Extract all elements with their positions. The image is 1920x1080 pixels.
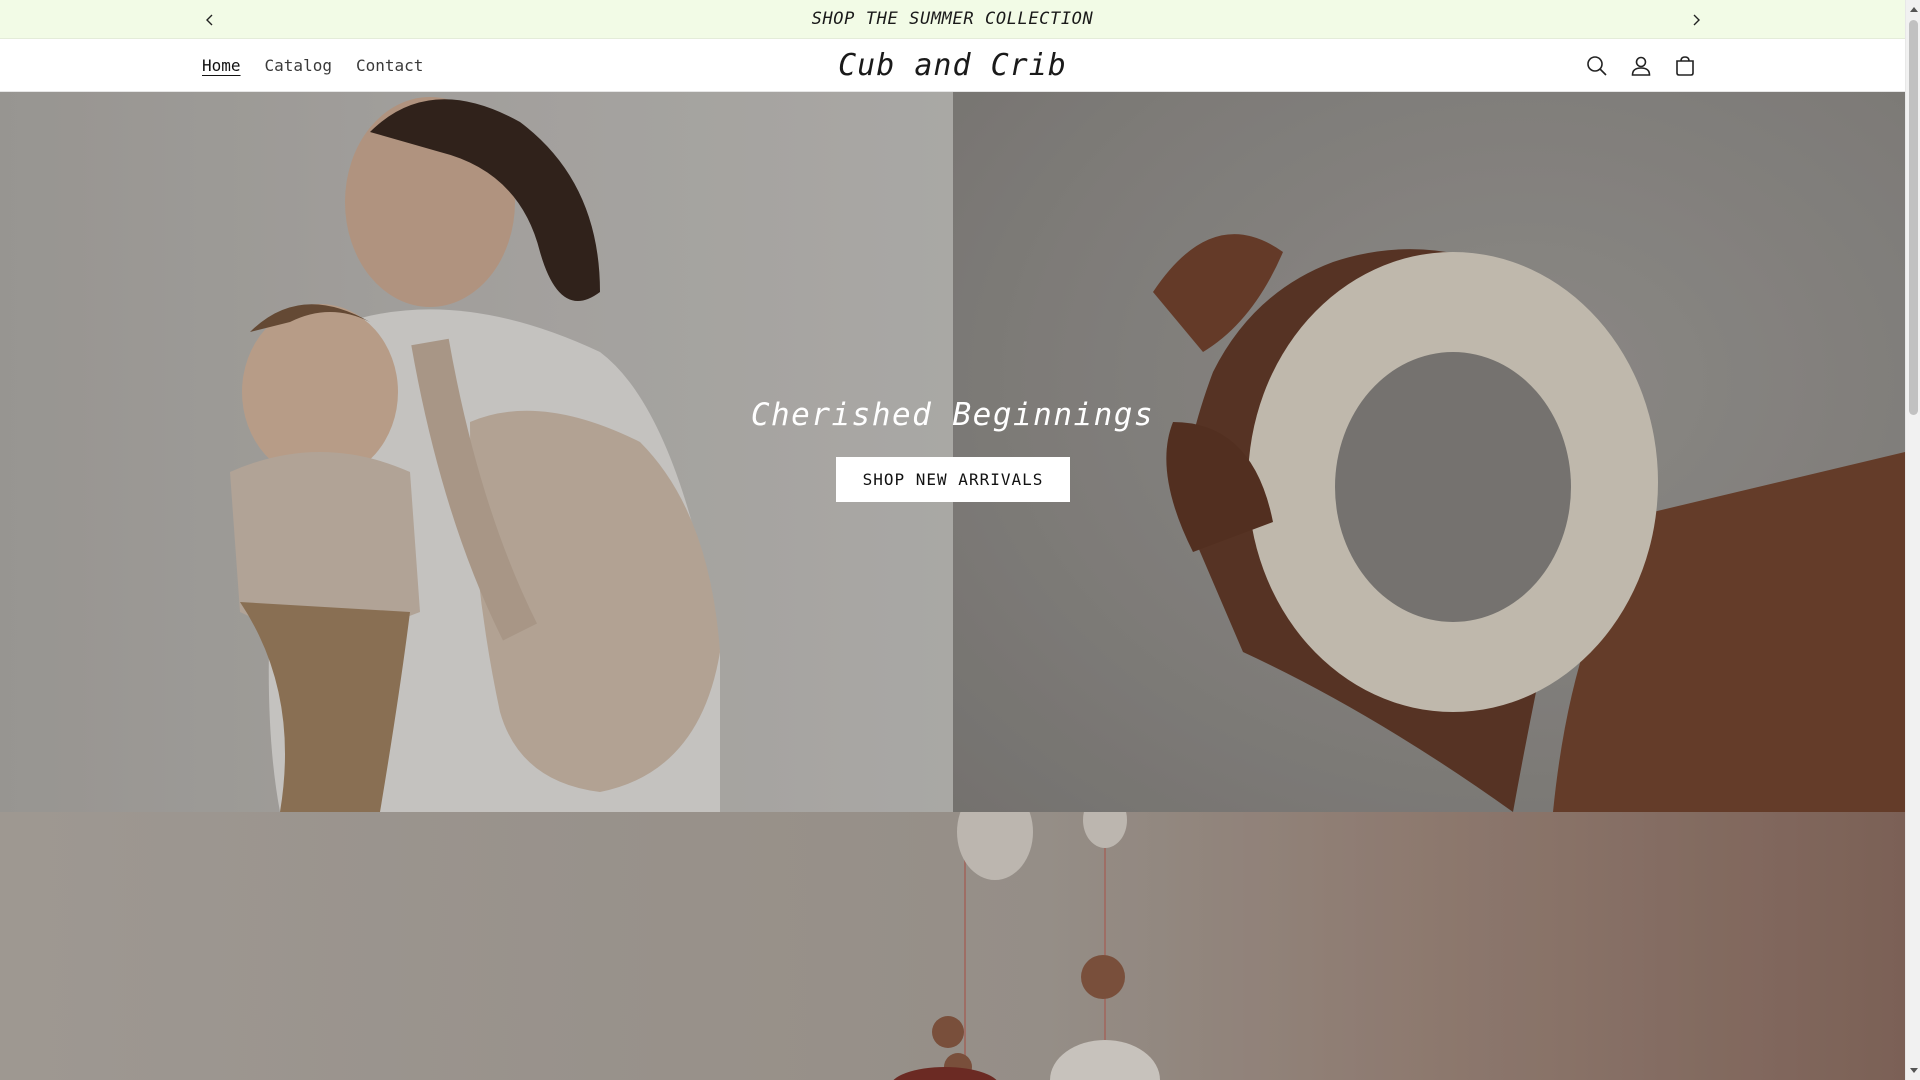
- hero-title: Cherished Beginnings: [750, 397, 1155, 433]
- page-scrollbar[interactable]: [1905, 0, 1920, 1080]
- banner2-overlay: [0, 812, 1905, 1080]
- header-icons: [1575, 39, 1707, 92]
- nav-catalog[interactable]: Catalog: [265, 56, 332, 75]
- announcement-bar: SHOP THE SUMMER COLLECTION: [0, 0, 1905, 39]
- shop-new-arrivals-button[interactable]: SHOP NEW ARRIVALS: [836, 457, 1070, 502]
- hero-banner: Cherished Beginnings SHOP NEW ARRIVALS: [0, 92, 1905, 812]
- chevron-right-icon[interactable]: [1683, 7, 1709, 33]
- nav-contact[interactable]: Contact: [356, 56, 423, 75]
- hero-overlay: [0, 92, 1905, 812]
- announcement-text[interactable]: SHOP THE SUMMER COLLECTION: [0, 0, 1905, 39]
- search-icon[interactable]: [1575, 44, 1619, 88]
- account-icon[interactable]: [1619, 44, 1663, 88]
- scroll-thumb[interactable]: [1909, 20, 1918, 415]
- logo-link[interactable]: Cub and Crib: [838, 48, 1067, 83]
- site-header: Cub and Crib Home Catalog Contact: [0, 39, 1905, 92]
- nursery-mobile-photo: [0, 812, 1905, 1080]
- nav-home[interactable]: Home: [202, 56, 241, 75]
- main-nav: Home Catalog Contact: [190, 39, 435, 92]
- scroll-up-arrow-icon[interactable]: [1909, 4, 1918, 14]
- cart-icon[interactable]: [1663, 44, 1707, 88]
- scroll-down-arrow-icon[interactable]: [1909, 1066, 1918, 1076]
